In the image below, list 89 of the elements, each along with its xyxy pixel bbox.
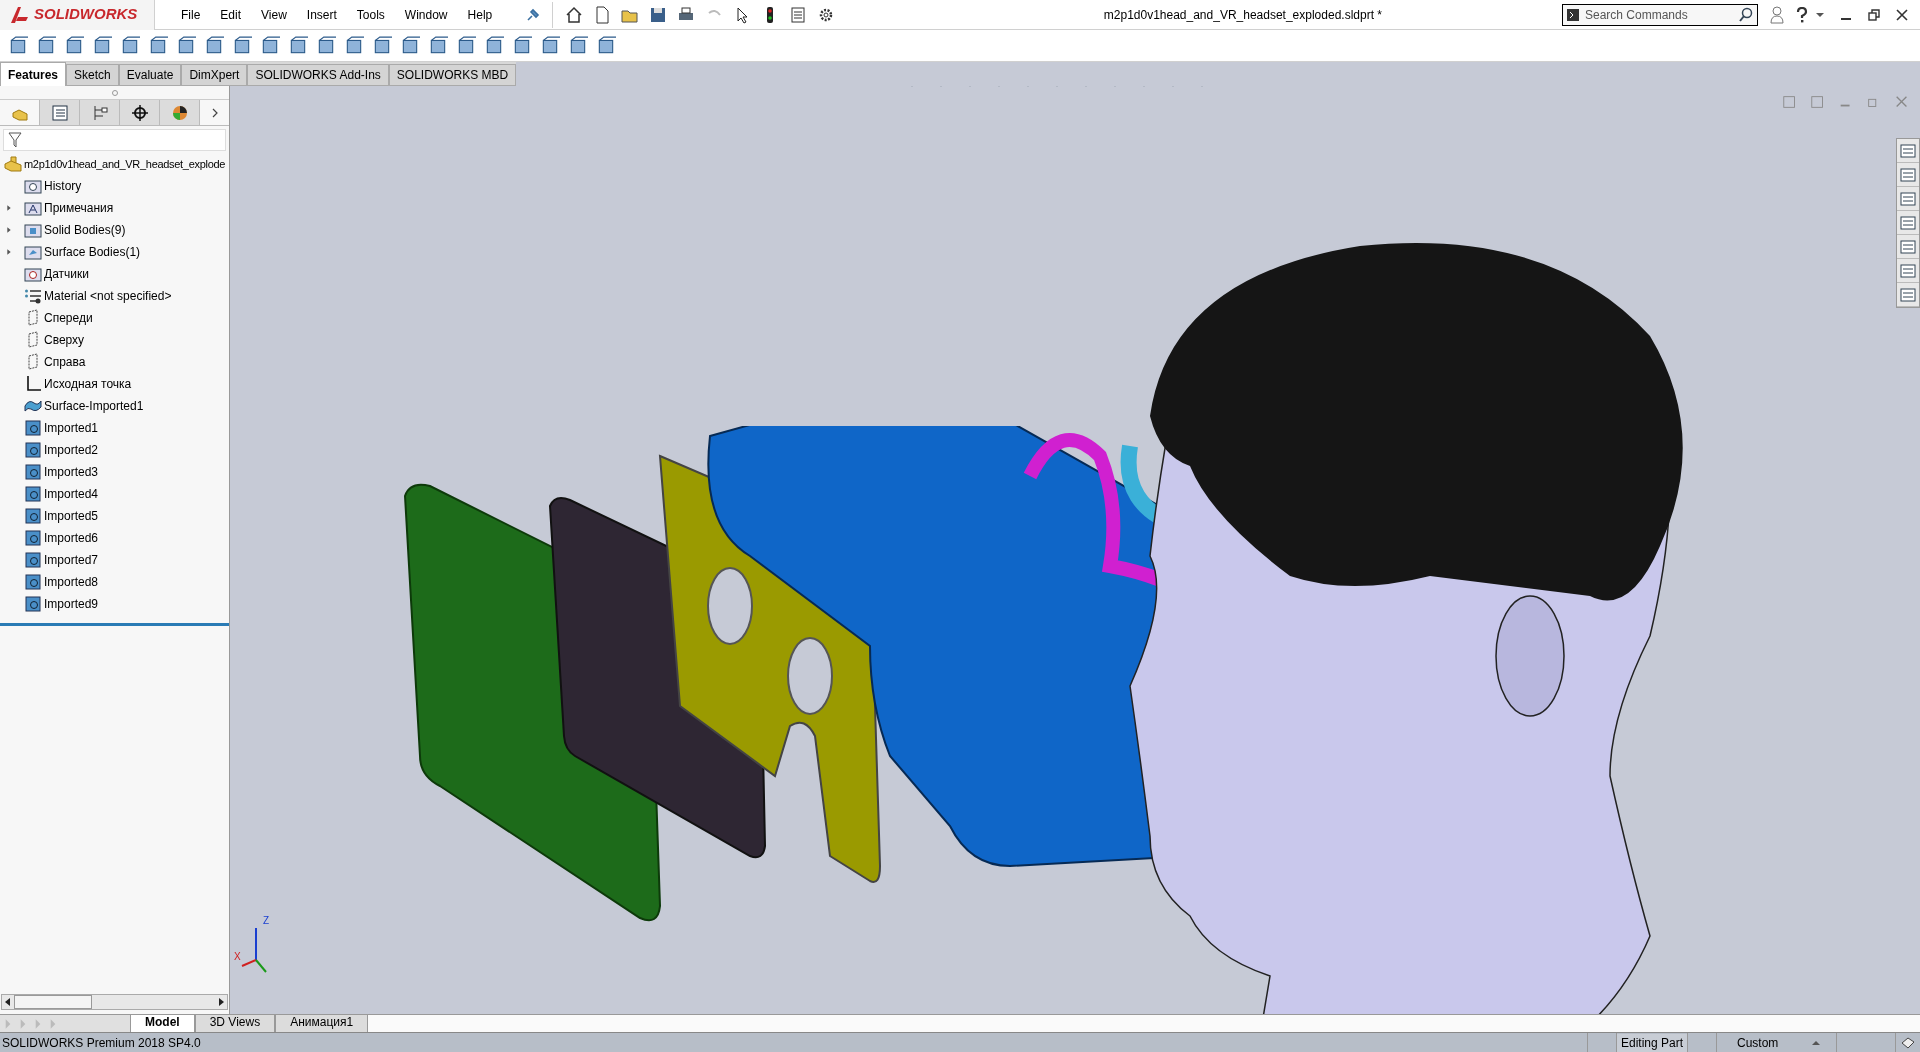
extruded-boss-icon[interactable] xyxy=(8,35,28,56)
solid-body-icon xyxy=(24,529,42,547)
tree-item[interactable]: Surface Bodies(1) xyxy=(44,243,141,261)
sensors-folder-icon xyxy=(24,265,42,283)
property-list-icon xyxy=(50,103,69,122)
tree-item[interactable]: Исходная точка xyxy=(44,375,132,393)
tree-item[interactable]: Imported5 xyxy=(44,507,99,525)
pin-icon[interactable] xyxy=(526,7,541,22)
window-title: m2p1d0v1head_and_VR_headset_exploded.sldprt * xyxy=(1103,6,1382,24)
save-icon[interactable] xyxy=(649,5,668,24)
tile-left-icon[interactable] xyxy=(1782,94,1798,110)
tree-item[interactable]: Imported1 xyxy=(44,419,99,437)
scrollbar-thumb[interactable] xyxy=(14,995,92,1009)
command-tab[interactable]: Features xyxy=(0,62,67,86)
tree-item[interactable]: Справа xyxy=(44,353,86,371)
tree-root[interactable]: m2p1d0v1head_and_VR_headset_explode xyxy=(24,155,226,173)
tree-item[interactable]: Imported9 xyxy=(44,595,99,613)
model-tab[interactable]: 3D Views xyxy=(194,1015,276,1032)
solid-body-icon xyxy=(24,595,42,613)
crosshair-icon xyxy=(130,103,149,122)
annotations-folder-icon xyxy=(24,199,42,217)
menu-item[interactable]: Insert xyxy=(296,5,347,24)
surface-bodies-folder-icon xyxy=(24,243,42,261)
tree-item[interactable]: Surface-Imported1 xyxy=(44,397,144,415)
search-icon[interactable] xyxy=(1738,6,1754,23)
command-tab[interactable]: DimXpert xyxy=(181,64,248,86)
part-icon xyxy=(4,156,22,172)
tree-item[interactable]: Imported4 xyxy=(44,485,99,503)
close-icon[interactable] xyxy=(1896,8,1908,21)
material-icon xyxy=(24,287,42,305)
status-product-text: SOLIDWORKS Premium 2018 SP4.0 xyxy=(2,1034,201,1052)
x-axis-label: X xyxy=(234,950,241,964)
units-selector[interactable]: Custom xyxy=(1717,1033,1812,1052)
solid-body-icon xyxy=(24,573,42,591)
menu-item[interactable]: Edit xyxy=(210,5,252,24)
z-axis-label: Z xyxy=(263,914,270,928)
logo-icon xyxy=(8,4,30,25)
solid-body-icon xyxy=(24,441,42,459)
app-logo: SOLIDWORKS xyxy=(0,0,155,30)
graphics-viewport[interactable]: Z X xyxy=(230,86,1920,1014)
menu-item[interactable]: Help xyxy=(457,5,503,24)
filter-icon xyxy=(8,132,22,148)
panel-tab[interactable] xyxy=(120,100,160,125)
menu-item[interactable]: View xyxy=(251,5,297,24)
custom-properties-icon[interactable] xyxy=(1899,261,1917,280)
file-properties-icon[interactable] xyxy=(789,5,808,24)
solid-bodies-folder-icon xyxy=(24,221,42,239)
restore-icon[interactable] xyxy=(1868,8,1880,21)
solid-body-icon xyxy=(24,551,42,569)
tree-item[interactable]: Imported3 xyxy=(44,463,99,481)
solid-body-icon xyxy=(24,507,42,525)
solid-body-icon xyxy=(24,485,42,503)
panel-tab[interactable] xyxy=(160,100,200,125)
user-icon[interactable] xyxy=(1770,5,1784,24)
solid-body-icon xyxy=(24,419,42,437)
command-tab[interactable]: Evaluate xyxy=(118,64,182,86)
tree-item[interactable]: Примечания xyxy=(44,199,114,217)
tree-item[interactable]: Imported6 xyxy=(44,529,99,547)
model-tab[interactable]: Model xyxy=(130,1015,195,1032)
tree-item[interactable]: Датчики xyxy=(44,265,89,283)
tile-right-icon[interactable] xyxy=(1810,94,1826,110)
tree-item[interactable]: Imported7 xyxy=(44,551,99,569)
caret-up-icon[interactable] xyxy=(1812,1039,1820,1046)
filter-field[interactable] xyxy=(3,129,226,151)
appearance-ball-icon xyxy=(170,103,189,122)
command-tab[interactable]: SOLIDWORKS Add-Ins xyxy=(247,64,389,86)
horizontal-scrollbar[interactable] xyxy=(1,994,228,1010)
tree-item[interactable]: Solid Bodies(9) xyxy=(44,221,126,239)
command-tab[interactable]: Sketch xyxy=(66,64,119,86)
menu-item[interactable]: Tools xyxy=(346,5,395,24)
menu-item[interactable]: File xyxy=(171,5,211,24)
tree-item[interactable]: History xyxy=(44,177,82,195)
search-field[interactable]: Search Commands xyxy=(1562,3,1758,26)
home-icon[interactable] xyxy=(565,5,584,24)
command-tab[interactable]: SOLIDWORKS MBD xyxy=(388,64,517,86)
status-mode-text: Editing Part xyxy=(1616,1033,1687,1052)
caret-icon[interactable] xyxy=(1816,11,1824,18)
model-tab[interactable]: Анимация1 xyxy=(275,1015,369,1032)
history-folder-icon xyxy=(24,177,42,195)
new-document-icon[interactable] xyxy=(593,5,612,24)
tree-item[interactable]: Сверху xyxy=(44,331,85,349)
tree-item[interactable]: Imported2 xyxy=(44,441,99,459)
tree-item[interactable]: Спереди xyxy=(44,309,93,327)
origin-icon xyxy=(24,375,42,393)
tree-item[interactable]: Material <not specified> xyxy=(44,287,172,305)
help-icon[interactable] xyxy=(1796,6,1808,23)
tree-item[interactable]: Imported8 xyxy=(44,573,99,591)
solid-body-icon xyxy=(24,463,42,481)
menu-item[interactable]: Window xyxy=(394,5,458,24)
